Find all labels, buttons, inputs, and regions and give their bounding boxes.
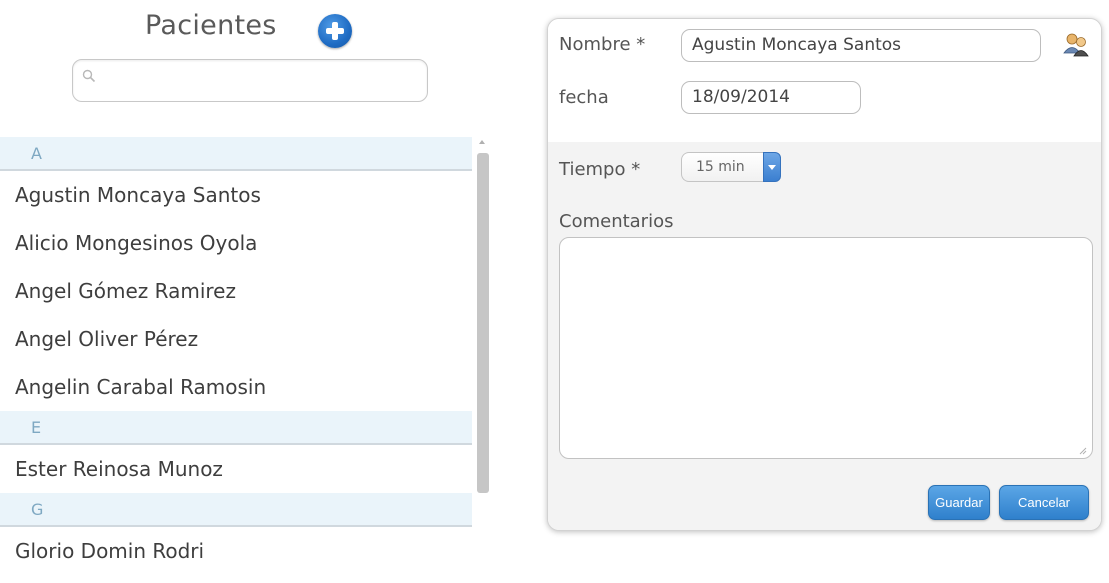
group-header-a: A: [0, 137, 472, 171]
save-button[interactable]: Guardar: [928, 485, 990, 520]
comments-field[interactable]: [559, 237, 1093, 459]
scroll-thumb[interactable]: [477, 153, 489, 493]
add-patient-button[interactable]: [318, 14, 352, 48]
resize-grip-icon[interactable]: [1079, 447, 1087, 455]
search-input[interactable]: [99, 66, 419, 94]
group-header-g: G: [0, 493, 472, 527]
patient-list: A Agustin Moncaya Santos Alicio Mongesin…: [0, 137, 472, 575]
list-scrollbar[interactable]: [474, 137, 490, 583]
plus-icon-stroke: [332, 22, 338, 40]
list-item[interactable]: Angel Oliver Pérez: [0, 315, 472, 363]
list-item[interactable]: Angelin Carabal Ramosin: [0, 363, 472, 411]
date-label: fecha: [559, 87, 609, 108]
time-select-value[interactable]: 15 min: [681, 152, 763, 182]
scroll-up-arrow-icon[interactable]: [479, 140, 485, 144]
appointment-form: Nombre * Agustin Moncaya Santos fecha 18…: [547, 18, 1102, 531]
time-select-button[interactable]: [763, 152, 781, 182]
date-field[interactable]: 18/09/2014: [681, 81, 861, 114]
cancel-button[interactable]: Cancelar: [999, 485, 1089, 520]
search-icon: [82, 69, 96, 83]
patients-header: Pacientes: [0, 0, 495, 50]
list-item[interactable]: Glorio Domin Rodri: [0, 527, 472, 575]
group-header-e: E: [0, 411, 472, 445]
time-select[interactable]: 15 min: [681, 152, 781, 182]
name-label: Nombre *: [559, 34, 646, 55]
time-label: Tiempo *: [559, 159, 641, 180]
name-field[interactable]: Agustin Moncaya Santos: [681, 29, 1041, 62]
list-item[interactable]: Alicio Mongesinos Oyola: [0, 219, 472, 267]
page-title: Pacientes: [145, 10, 277, 41]
patients-panel: Pacientes A Agustin Moncaya Santos Alici…: [0, 0, 495, 583]
search-box[interactable]: [72, 59, 428, 102]
list-item[interactable]: Agustin Moncaya Santos: [0, 171, 472, 219]
list-item[interactable]: Ester Reinosa Munoz: [0, 445, 472, 493]
user-contacts-icon[interactable]: [1061, 31, 1091, 57]
comments-label: Comentarios: [559, 211, 674, 232]
caret-down-icon: [768, 165, 776, 170]
row-spacer: [548, 129, 1101, 142]
list-item[interactable]: Angel Gómez Ramirez: [0, 267, 472, 315]
